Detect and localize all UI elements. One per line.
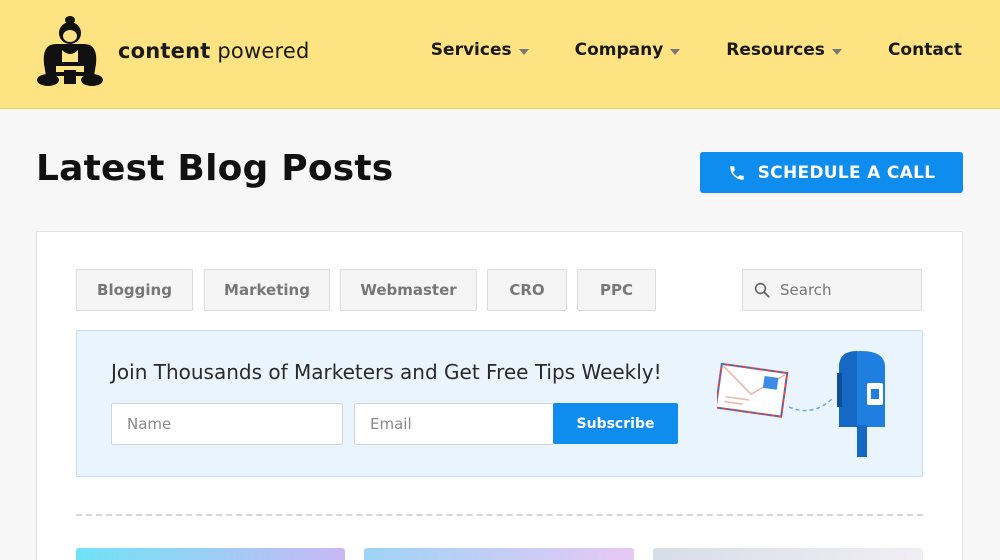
mailbox-envelope-icon [717,351,885,457]
filter-chip-label: Webmaster [360,281,457,299]
filter-chip-label: CRO [509,281,545,299]
brand-name-light: powered [217,39,310,63]
nav-item-contact[interactable]: Contact [888,40,962,60]
email-field[interactable] [354,403,554,445]
search-input[interactable] [780,281,910,299]
brand-name: content powered [118,39,310,63]
nav-item-label: Services [430,40,512,60]
name-field[interactable] [111,403,343,445]
chevron-down-icon [831,48,842,55]
brand-name-bold: content [118,39,211,63]
filter-chip-label: PPC [600,281,633,299]
nav-item-label: Company [574,40,664,60]
chevron-down-icon [670,48,681,55]
brand-logo[interactable]: content powered [34,14,310,88]
page-title: Latest Blog Posts [36,148,394,189]
nav-item-label: Contact [887,40,962,60]
filter-chip-ppc[interactable]: PPC [577,269,656,311]
post-thumbnail[interactable] [76,548,345,560]
chevron-down-icon [518,48,529,55]
blog-panel: Blogging Marketing Webmaster CRO PPC Joi… [36,231,963,560]
site-header: content powered Services Company Resourc… [0,0,1000,109]
schedule-call-button[interactable]: SCHEDULE A CALL [700,152,963,193]
post-thumbnail[interactable] [364,548,634,560]
filter-chip-label: Blogging [97,281,172,299]
section-divider [76,514,923,516]
filter-chip-cro[interactable]: CRO [487,269,567,311]
nav-item-resources[interactable]: Resources [726,40,842,60]
sumo-wrestler-icon [37,16,103,86]
subscribe-button[interactable]: Subscribe [553,403,678,444]
search-icon [754,282,770,298]
newsletter-signup: Join Thousands of Marketers and Get Free… [76,330,923,477]
nav-item-company[interactable]: Company [575,40,681,60]
filter-chip-blogging[interactable]: Blogging [76,269,193,311]
filter-chip-marketing[interactable]: Marketing [204,269,330,311]
search-box [742,269,922,311]
newsletter-title: Join Thousands of Marketers and Get Free… [111,360,662,384]
post-thumbnail[interactable] [653,548,923,560]
filter-chip-label: Marketing [224,281,310,299]
main-nav: Services Company Resources Contact [431,40,962,60]
phone-icon [729,165,744,180]
schedule-call-label: SCHEDULE A CALL [757,162,936,183]
filter-chip-webmaster[interactable]: Webmaster [340,269,477,311]
nav-item-services[interactable]: Services [431,40,529,60]
nav-item-label: Resources [726,40,825,60]
